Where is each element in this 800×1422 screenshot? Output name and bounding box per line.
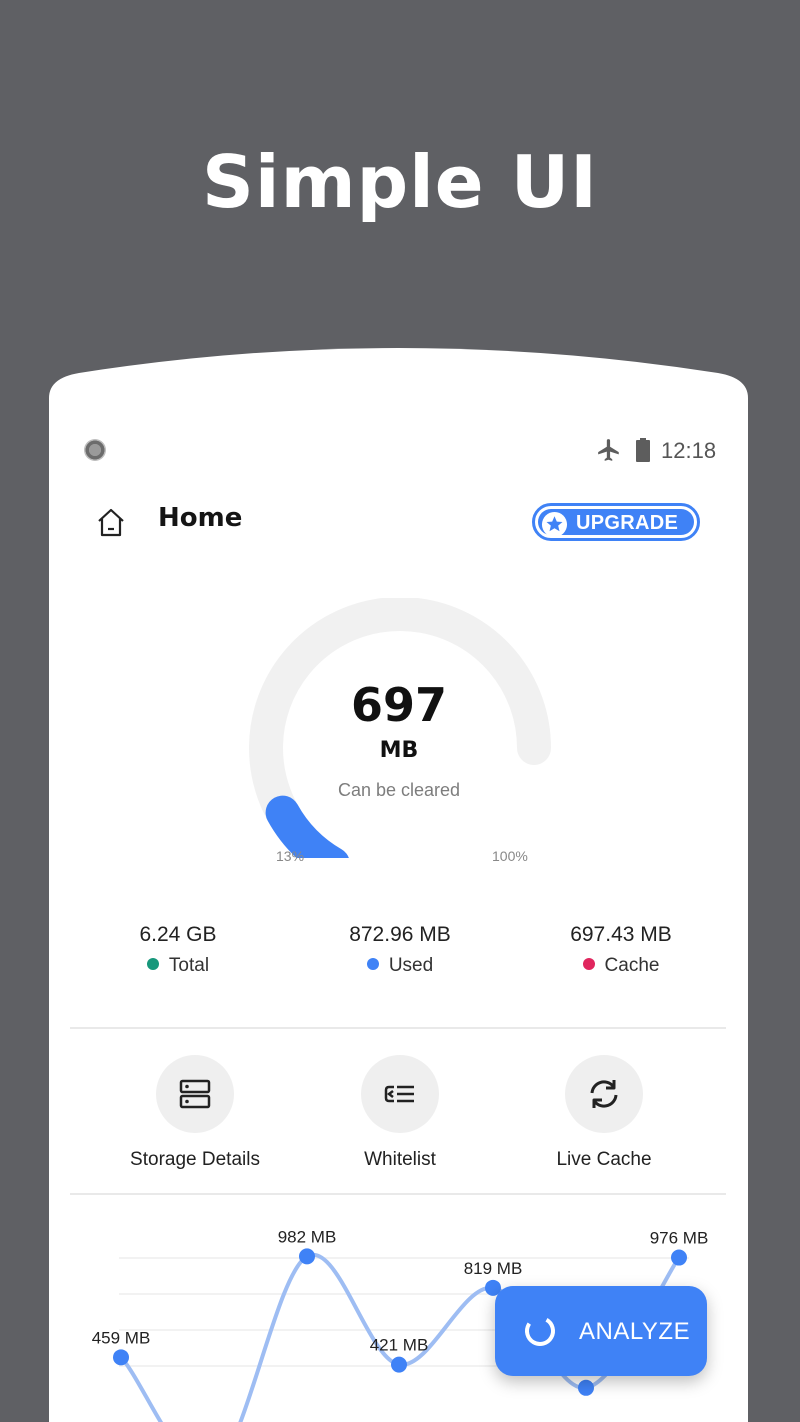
analyze-label: ANALYZE [579, 1318, 691, 1345]
used-dot-icon [366, 958, 379, 970]
camera-icon [84, 439, 106, 461]
page-title: Home [158, 503, 243, 533]
storage-details-button[interactable]: Storage Details [95, 1055, 295, 1171]
storage-details-label: Storage Details [130, 1149, 260, 1170]
stat-total-value: 6.24 GB [139, 923, 217, 946]
chart-point [391, 1356, 407, 1373]
stat-cache: 697.43 MB Cache [521, 923, 721, 977]
gauge-min-label: 13% [276, 848, 305, 864]
whitelist-label: Whitelist [364, 1149, 436, 1170]
live-cache-button[interactable]: Live Cache [504, 1055, 704, 1171]
stat-total-label: Total [168, 955, 210, 976]
live-cache-label: Live Cache [556, 1149, 652, 1170]
star-icon [541, 511, 568, 538]
chart-point [113, 1349, 129, 1366]
divider [70, 1027, 726, 1029]
stat-used-value: 872.96 MB [349, 923, 451, 946]
upgrade-label: UPGRADE [576, 512, 679, 534]
whitelist-icon [384, 1085, 414, 1103]
upgrade-button[interactable]: UPGRADE [532, 503, 700, 541]
chart-point [299, 1248, 315, 1265]
storage-icon [179, 1079, 211, 1109]
phone-screen: 12:18 Home UPGRADE 697 MB Can be cleared… [49, 348, 748, 1422]
divider [70, 1193, 726, 1195]
refresh-icon [590, 1080, 618, 1108]
stat-cache-label: Cache [604, 955, 660, 976]
cache-dot-icon [582, 958, 595, 970]
stat-cache-value: 697.43 MB [570, 923, 672, 946]
airplane-icon [598, 439, 619, 461]
chart-point-label: 421 MB [370, 1336, 429, 1355]
status-time: 12:18 [661, 438, 717, 463]
total-dot-icon [146, 958, 159, 970]
chart-point-label: 459 MB [92, 1328, 151, 1347]
gauge-max-label: 100% [492, 848, 528, 864]
gauge-caption: Can be cleared [337, 780, 461, 800]
whitelist-button[interactable]: Whitelist [300, 1055, 500, 1171]
chart-point-label: 982 MB [278, 1227, 337, 1246]
status-bar: 12:18 [49, 434, 748, 464]
gauge-value: 697 [350, 678, 448, 732]
chart-point [671, 1249, 687, 1266]
progress-ring-icon [525, 1315, 555, 1346]
battery-icon [636, 438, 650, 462]
banner-headline: Simple UI [202, 140, 598, 224]
chart-point-label: 819 MB [464, 1259, 523, 1278]
analyze-button[interactable]: ANALYZE [495, 1286, 707, 1376]
stat-used-label: Used [388, 955, 434, 976]
home-icon[interactable] [95, 506, 127, 538]
stat-used: 872.96 MB Used [300, 923, 500, 977]
stat-total: 6.24 GB Total [78, 923, 278, 977]
gauge-unit: MB [379, 738, 419, 763]
chart-point-label: 976 MB [650, 1229, 709, 1248]
chart-point [578, 1379, 594, 1396]
